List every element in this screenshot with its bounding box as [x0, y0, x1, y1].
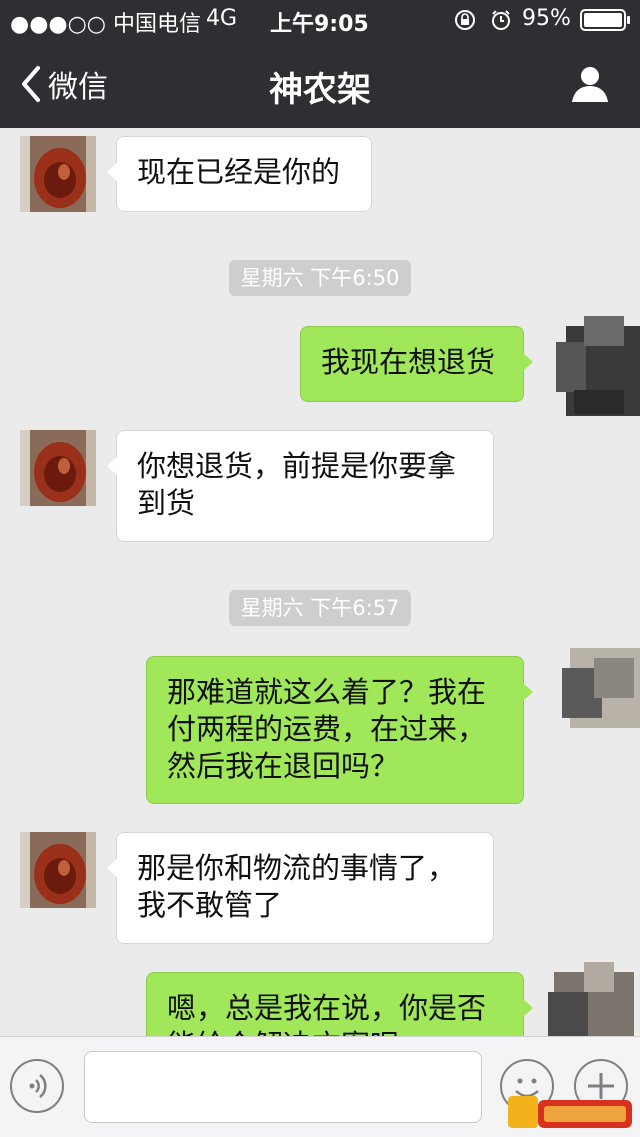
rotation-lock-icon	[455, 10, 475, 30]
network-label: 4G	[206, 6, 238, 31]
voice-button[interactable]	[10, 1059, 64, 1113]
message-bubble-incoming[interactable]: 你想退货，前提是你要拿 到货	[107, 430, 494, 542]
voice-icon	[29, 1074, 47, 1098]
chat-title: 神农架	[269, 70, 371, 110]
timestamp-label: 星期六 下午6:57	[228, 590, 412, 626]
message-input[interactable]	[84, 1051, 482, 1123]
contact-avatar[interactable]	[20, 832, 96, 908]
scribbled-avatar-image	[562, 648, 640, 728]
timestamp-label: 星期六 下午6:50	[228, 260, 412, 296]
person-icon	[572, 67, 608, 102]
message-bubble-outgoing[interactable]: 那难道就这么着了？我在 付两程的运费，在过来， 然后我在退回吗？	[146, 656, 533, 804]
avatar-image	[20, 430, 96, 506]
battery-icon	[580, 9, 630, 31]
chat-area[interactable]: 现在已经是你的 星期六 下午6:50 我现在想退货 你想退货，前提是你要拿 到货…	[0, 128, 640, 1036]
avatar-image	[20, 136, 96, 212]
chat-info-button[interactable]	[570, 64, 610, 104]
nav-bar: 微信 神农架	[0, 40, 640, 128]
contact-avatar[interactable]	[20, 430, 96, 506]
message-bubble-incoming[interactable]: 那是你和物流的事情了， 我不敢管了	[107, 832, 494, 944]
scribbled-avatar-image	[548, 962, 634, 1036]
clock-label: 上午9:05	[270, 12, 369, 37]
message-bubble-incoming[interactable]: 现在已经是你的	[107, 136, 372, 212]
alarm-icon	[492, 10, 510, 30]
contact-avatar[interactable]	[20, 136, 96, 212]
carrier-label: ●●●○○ 中国电信	[10, 12, 201, 37]
status-bar: ●●●○○ 中国电信 4G 上午9:05 95%	[0, 0, 640, 40]
watermark-logo	[508, 1096, 632, 1128]
message-bubble-outgoing[interactable]: 嗯，总是我在说，你是否 能给个解决方案呢	[146, 972, 533, 1036]
my-avatar[interactable]	[544, 638, 640, 748]
avatar-image	[20, 832, 96, 908]
battery-percent: 95%	[522, 6, 571, 31]
my-avatar[interactable]	[544, 312, 640, 422]
scribbled-avatar-image	[556, 316, 640, 416]
timestamp: 星期六 下午6:50	[0, 260, 640, 296]
my-avatar[interactable]	[544, 962, 640, 1036]
message-bubble-outgoing[interactable]: 我现在想退货	[300, 326, 533, 402]
timestamp: 星期六 下午6:57	[0, 590, 640, 626]
